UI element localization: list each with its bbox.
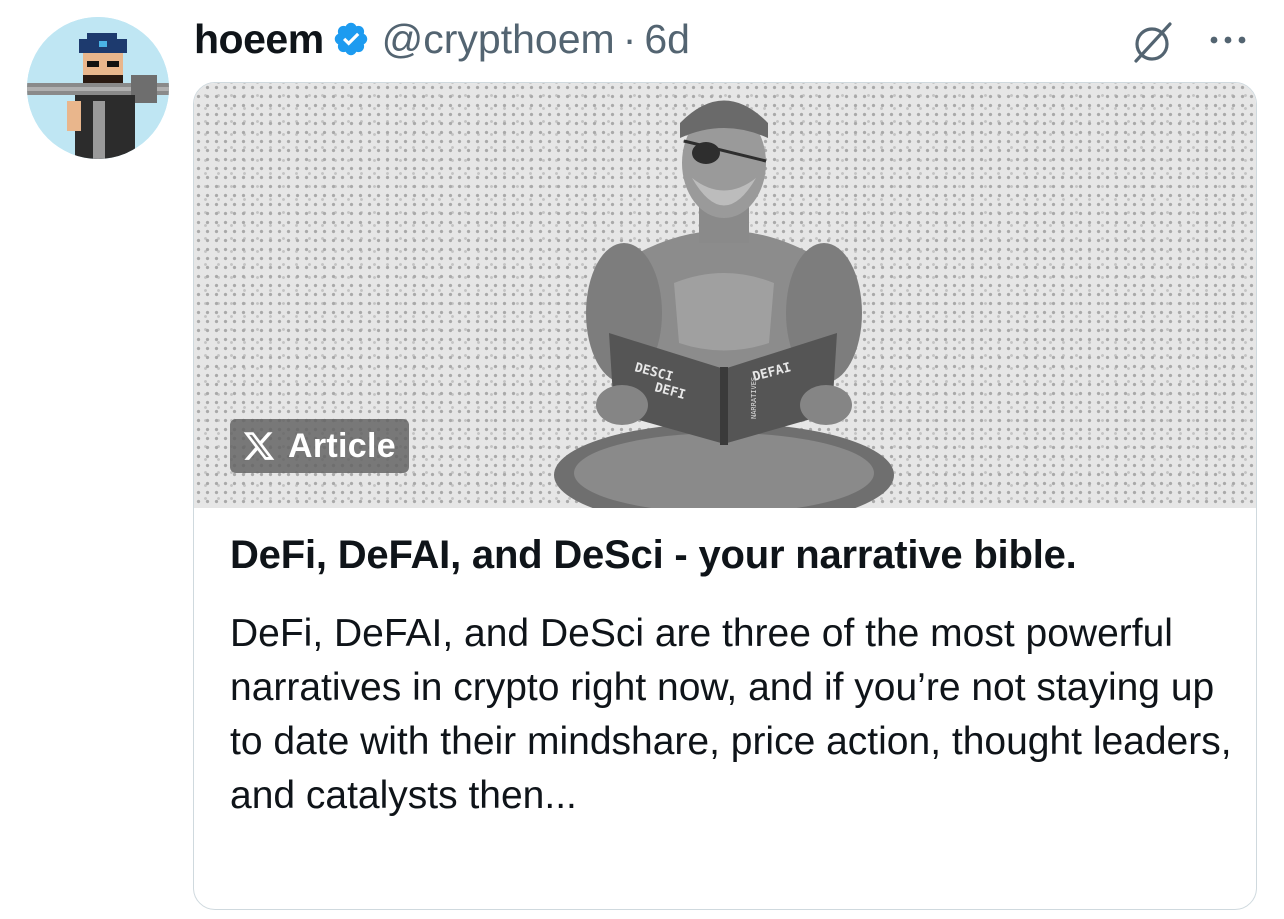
author-handle[interactable]: @crypthoem <box>382 16 615 63</box>
more-options-icon[interactable] <box>1208 32 1248 48</box>
x-logo-icon <box>243 432 275 460</box>
article-summary: DeFi, DeFAI, and DeSci are three of the … <box>230 612 1232 817</box>
tweet-header: hoeem @crypthoem · 6d <box>194 10 1254 68</box>
timestamp[interactable]: 6d <box>644 16 690 63</box>
pixel-art-avatar-icon <box>27 17 169 159</box>
grok-icon[interactable] <box>1128 18 1176 66</box>
separator-dot: · <box>622 15 637 62</box>
reading-figure-illustration: DESCI DEFI DEFAI NARRATIVES <box>554 100 894 508</box>
article-badge-label: Article <box>288 426 396 465</box>
article-cover-image: DESCI DEFI DEFAI NARRATIVES Article <box>194 83 1256 508</box>
article-badge: Article <box>230 419 409 473</box>
svg-text:NARRATIVES: NARRATIVES <box>750 377 758 419</box>
author-display-name[interactable]: hoeem <box>194 16 324 63</box>
article-card[interactable]: DESCI DEFI DEFAI NARRATIVES Article DeFi… <box>193 82 1257 910</box>
avatar[interactable] <box>27 17 169 159</box>
article-title[interactable]: DeFi, DeFAI, and DeSci - your narrative … <box>230 533 1240 578</box>
verified-badge-icon <box>334 22 367 56</box>
